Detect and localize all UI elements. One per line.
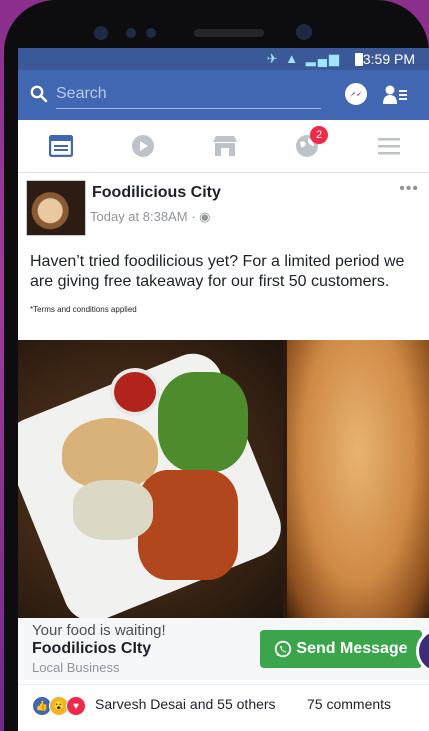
reaction-icons: 👍 😮 ♥ — [32, 696, 86, 716]
cta-category: Local Business — [32, 660, 120, 675]
phone-bezel — [64, 18, 374, 48]
burger-plate-image[interactable] — [18, 340, 290, 631]
status-time: 3:59 PM — [362, 51, 415, 67]
messenger-icon[interactable] — [345, 83, 367, 105]
marketplace-icon — [213, 136, 237, 156]
lettuce-shape — [158, 372, 248, 472]
tab-watch[interactable] — [126, 132, 160, 160]
ketchup-shape — [110, 368, 160, 416]
nav-tabs: 2 — [18, 120, 429, 173]
sensor-icon — [146, 28, 156, 38]
post-header: Foodilicious City Today at 8:38AM · ◉ ••… — [18, 172, 429, 242]
reactions-bar[interactable]: 👍 😮 ♥ Sarvesh Desai and 55 others 75 com… — [18, 684, 429, 725]
post-terms: *Terms and conditions applied — [30, 305, 137, 314]
more-options-icon[interactable]: ••• — [399, 180, 419, 198]
camera-icon — [296, 24, 312, 40]
search-bar — [18, 70, 429, 120]
status-bar: ✈ ▲ ▂▄▆ 3:59 PM — [18, 48, 429, 70]
page-avatar[interactable] — [26, 180, 86, 236]
post-timestamp: Today at 8:38AM · ◉ — [90, 209, 210, 225]
send-message-label: Send Message — [296, 640, 408, 657]
search-input[interactable] — [56, 80, 321, 109]
bun-shape — [62, 418, 158, 488]
page-name[interactable]: Foodilicious City — [92, 184, 221, 202]
phone-frame: ✈ ▲ ▂▄▆ 3:59 PM Search 2 Foodilicious Ci… — [4, 0, 429, 731]
fries-shape — [138, 470, 238, 580]
search-icon[interactable] — [30, 85, 48, 103]
friend-requests-icon[interactable] — [382, 84, 408, 106]
burger-bun-image[interactable] — [287, 340, 429, 618]
love-icon: ♥ — [66, 696, 86, 716]
front-camera-icon — [94, 26, 108, 40]
cta-business-name[interactable]: Foodilicios CIty — [32, 640, 151, 658]
post-image[interactable] — [18, 340, 429, 631]
reaction-names[interactable]: Sarvesh Desai and 55 others — [95, 696, 276, 712]
menu-icon — [378, 138, 400, 155]
send-message-button[interactable]: Send Message — [260, 630, 422, 668]
news-feed-icon — [49, 135, 73, 157]
play-icon — [132, 135, 154, 157]
whatsapp-icon — [275, 640, 292, 658]
cta-headline: Your food is waiting! — [32, 622, 166, 639]
tab-menu[interactable] — [372, 132, 406, 160]
tab-notifications[interactable]: 2 — [290, 126, 328, 160]
cta-panel: Your food is waiting! Foodilicios CIty L… — [18, 618, 429, 680]
post-time-text: Today at 8:38AM — [90, 209, 188, 224]
slaw-shape — [73, 480, 153, 540]
signal-icons: ✈ ▲ ▂▄▆ — [266, 51, 341, 66]
comments-count[interactable]: 75 comments — [307, 696, 391, 712]
notification-badge: 2 — [310, 126, 328, 144]
post-text: Haven’t tried foodilicious yet? For a li… — [30, 253, 405, 290]
app-screen: ✈ ▲ ▂▄▆ 3:59 PM Search 2 Foodilicious Ci… — [18, 48, 429, 731]
tab-marketplace[interactable] — [208, 132, 242, 160]
battery-icon — [355, 53, 363, 66]
tab-news-feed[interactable] — [44, 132, 78, 160]
public-globe-icon: · ◉ — [191, 209, 211, 224]
speaker-grille — [194, 29, 264, 37]
sensor-icon — [126, 28, 136, 38]
